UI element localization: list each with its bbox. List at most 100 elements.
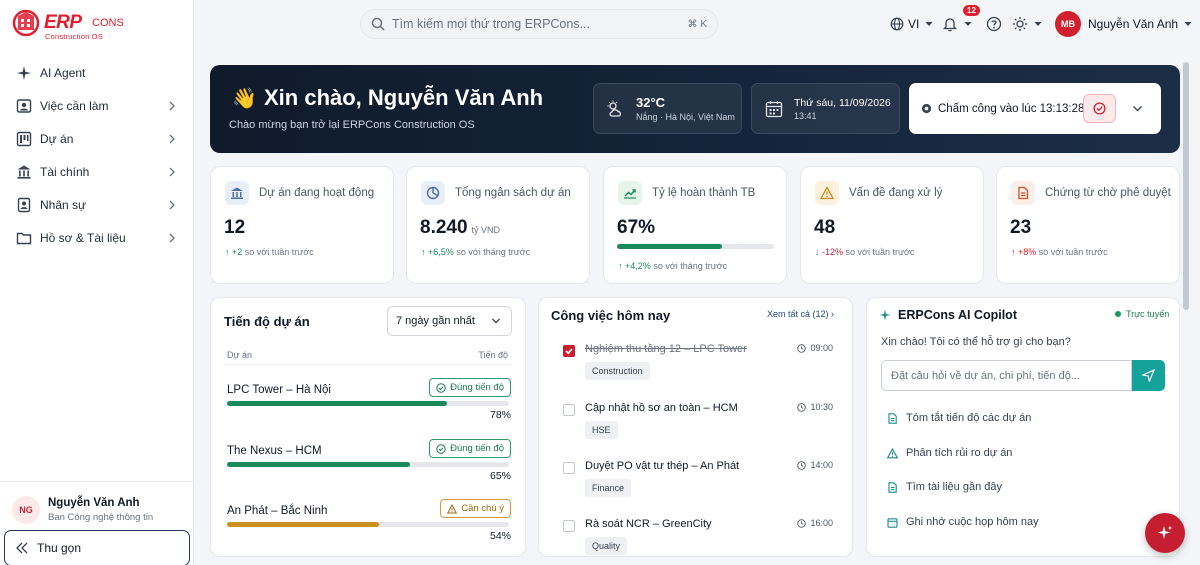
- checkmark-icon: [565, 348, 573, 355]
- stat-header: Chứng từ chờ phê duyệt: [1011, 181, 1171, 205]
- warning-icon: [887, 447, 898, 458]
- copilot-suggestion[interactable]: Phân tích rủi ro dự án: [887, 444, 1012, 462]
- sidebar-item-ai-agent[interactable]: AI Agent: [0, 56, 193, 89]
- copilot-suggestion[interactable]: Tóm tắt tiến độ các dự án: [887, 409, 1031, 427]
- sidebar-item-hr[interactable]: Nhân sự: [0, 188, 193, 221]
- checkin-button[interactable]: [1083, 94, 1116, 123]
- sidebar-user-card[interactable]: NG Nguyễn Văn Anh Ban Công nghệ thông ti…: [0, 482, 193, 524]
- sidebar-item-projects[interactable]: Dự án: [0, 122, 193, 155]
- stat-card-active-projects[interactable]: Dự án đang hoạt động 12 ↑ +2 so với tuần…: [210, 166, 394, 284]
- copilot-greeting: Xin chào! Tôi có thể hỗ trợ gì cho bạn?: [881, 336, 1071, 348]
- user-name: Nguyễn Văn Anh: [1088, 17, 1179, 31]
- status-label: Đúng tiến độ: [450, 382, 504, 393]
- search-input[interactable]: [392, 17, 688, 31]
- time-range-select[interactable]: 7 ngày gần nhất: [387, 306, 512, 336]
- date-info: Thứ sáu, 11/09/2026 13:41: [794, 97, 891, 121]
- folder-icon: [16, 232, 32, 244]
- help-icon: [986, 16, 1002, 32]
- stat-delta-value: -12%: [822, 247, 844, 257]
- arrow-up-icon: ↑: [618, 261, 623, 271]
- sidebar-user-dept: Ban Công nghệ thông tin: [48, 512, 154, 523]
- erpcons-logo[interactable]: ERP CONS Construction OS: [12, 6, 124, 44]
- task-checkbox[interactable]: [563, 520, 575, 532]
- ai-copilot-panel: ERPCons AI Copilot Trực tuyến Xin chào! …: [866, 297, 1180, 557]
- user-menu[interactable]: MB Nguyễn Văn Anh: [1055, 10, 1192, 38]
- double-chevron-left-icon: [16, 542, 28, 554]
- copilot-suggestion[interactable]: Tìm tài liệu gần đây: [887, 478, 1002, 496]
- help-button[interactable]: [986, 10, 1002, 38]
- language-label: VI: [908, 17, 920, 31]
- project-row[interactable]: The Nexus – HCM Đúng tiến độ 65%: [227, 439, 511, 489]
- stat-delta-text: so với tháng trước: [653, 261, 728, 271]
- stat-delta-value: +8%: [1018, 247, 1037, 257]
- page-scrollbar[interactable]: [1183, 62, 1189, 310]
- stat-delta-value: +6,5%: [428, 247, 454, 257]
- stat-delta: ↓ -12% so với tuần trước: [815, 247, 914, 257]
- column-header-project: Dự án: [227, 350, 253, 360]
- welcome-banner: 👋 Xin chào, Nguyễn Văn Anh Chào mừng bạn…: [210, 65, 1180, 153]
- project-row[interactable]: An Phát – Bắc Ninh Cần chú ý 54%: [227, 499, 511, 549]
- caret-down-icon: [964, 22, 972, 26]
- task-tag: Construction: [585, 362, 650, 380]
- status-label: Cần chú ý: [461, 503, 504, 514]
- send-button[interactable]: [1132, 360, 1165, 391]
- bank-icon: [17, 165, 31, 179]
- stat-value: 12: [224, 217, 245, 239]
- stat-card-completion-rate[interactable]: Tỷ lệ hoàn thành TB 67% ↑ +4,2% so với t…: [603, 166, 787, 284]
- suggestion-label: Phân tích rủi ro dự án: [906, 447, 1013, 459]
- sidebar-item-label: AI Agent: [40, 65, 86, 80]
- stat-icon-box: [1011, 181, 1035, 205]
- ai-assistant-fab[interactable]: [1145, 513, 1185, 553]
- logo-text: ERP: [44, 12, 82, 33]
- see-all-label: Xem tất cả (12): [767, 309, 829, 319]
- user-card-icon: [16, 98, 32, 113]
- chevron-right-icon: [169, 101, 175, 110]
- project-progress-bar: [227, 401, 509, 406]
- task-name: Cập nhật hồ sơ an toàn – HCM: [585, 402, 738, 414]
- suggestion-label: Tóm tắt tiến độ các dự án: [906, 412, 1032, 424]
- see-all-link[interactable]: Xem tất cả (12) ›: [767, 309, 834, 319]
- global-search[interactable]: ⌘ K: [360, 9, 718, 39]
- weather-desc: Nắng · Hà Nội, Việt Nam: [636, 112, 735, 122]
- stat-label: Tỷ lệ hoàn thành TB: [652, 187, 756, 199]
- sidebar-item-tasks[interactable]: Việc cần làm: [0, 89, 193, 122]
- sidebar-item-documents[interactable]: Hồ sơ & Tài liệu: [0, 221, 193, 254]
- bell-icon: [942, 18, 958, 32]
- notifications-button[interactable]: 12: [942, 5, 980, 38]
- stat-card-open-issues[interactable]: Vấn đề đang xử lý 48 ↓ -12% so với tuần …: [800, 166, 984, 284]
- copilot-input[interactable]: [891, 369, 1122, 382]
- globe-icon: [890, 17, 904, 31]
- task-checkbox[interactable]: [563, 345, 575, 357]
- stat-value-number: 67%: [617, 217, 656, 238]
- stat-value-number: 48: [814, 217, 836, 238]
- divider: [225, 364, 511, 365]
- collapse-label: Thu gọn: [37, 541, 82, 555]
- stat-card-pending-documents[interactable]: Chứng từ chờ phê duyệt 23 ↑ +8% so với t…: [996, 166, 1180, 284]
- task-tag: HSE: [585, 421, 618, 439]
- sidebar-item-finance[interactable]: Tài chính: [0, 155, 193, 188]
- status-badge: Đúng tiến độ: [429, 439, 511, 458]
- theme-toggle[interactable]: [1012, 10, 1042, 38]
- copilot-question-field[interactable]: [881, 360, 1132, 391]
- sidebar-item-label: Việc cần làm: [40, 98, 109, 113]
- stat-value-number: 12: [224, 217, 246, 238]
- stat-icon-box: [421, 181, 445, 205]
- sparkle-icon: [17, 65, 31, 80]
- language-selector[interactable]: VI: [890, 10, 933, 38]
- online-label: Trực tuyến: [1126, 309, 1170, 319]
- clock-icon: [797, 402, 807, 412]
- search-icon: [371, 17, 385, 31]
- project-row[interactable]: LPC Tower – Hà Nội Đúng tiến độ 78%: [227, 378, 511, 428]
- kanban-icon: [16, 131, 32, 146]
- project-name: LPC Tower – Hà Nội: [227, 384, 331, 396]
- collapse-sidebar-button[interactable]: Thu gọn: [4, 530, 190, 565]
- check-circle-icon: [436, 382, 446, 393]
- logo-subtitle: Construction OS: [45, 32, 104, 41]
- task-checkbox[interactable]: [563, 404, 575, 416]
- copilot-suggestion[interactable]: Ghi nhớ cuộc họp hôm nay: [887, 513, 1039, 531]
- stat-card-total-budget[interactable]: Tổng ngân sách dự án 8.240 tỷ VND ↑ +6,5%…: [406, 166, 590, 284]
- stat-unit: tỷ VND: [471, 225, 501, 235]
- chevron-down-icon[interactable]: [1132, 103, 1143, 114]
- task-checkbox[interactable]: [563, 462, 575, 474]
- avatar: MB: [1055, 11, 1081, 37]
